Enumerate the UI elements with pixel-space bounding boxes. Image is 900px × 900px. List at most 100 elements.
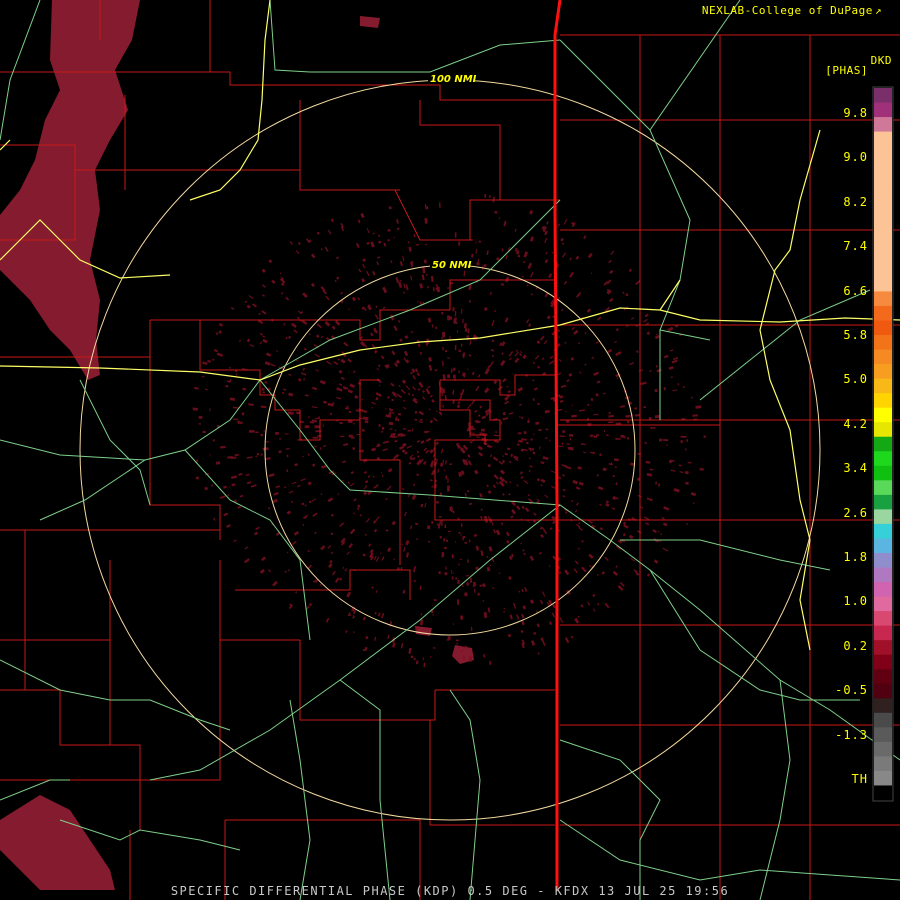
echo-speck	[320, 493, 323, 496]
echo-speck	[424, 502, 427, 508]
echo-speck	[522, 354, 527, 360]
echo-speck	[447, 374, 451, 379]
echo-speck	[542, 456, 549, 461]
echo-speck	[455, 577, 458, 580]
echo-speck	[517, 386, 524, 392]
echo-speck	[415, 522, 419, 526]
echo-speck	[417, 455, 420, 458]
echo-speck	[290, 500, 294, 504]
echo-speck	[529, 271, 534, 278]
legend-tick-label: 2.6	[843, 505, 868, 520]
echo-speck	[627, 420, 630, 424]
echo-speck	[454, 311, 457, 317]
legend-swatch	[874, 538, 892, 554]
echo-speck	[439, 520, 442, 525]
echo-speck	[580, 604, 584, 608]
echo-speck	[463, 270, 466, 277]
echo-speck	[307, 481, 312, 486]
echo-speck	[491, 521, 494, 526]
echo-speck	[482, 583, 486, 588]
echo-speck	[324, 246, 329, 252]
echo-speck	[430, 656, 432, 658]
echo-speck	[592, 608, 596, 612]
echo-speck	[239, 494, 244, 498]
echo-speck	[563, 219, 568, 225]
echo-speck	[428, 408, 431, 411]
echo-speck	[575, 292, 582, 298]
echo-speck	[442, 404, 445, 408]
echo-speck	[407, 241, 410, 244]
legend-tick-label: 4.2	[843, 416, 868, 431]
echo-speck	[405, 284, 409, 291]
echo-speck	[323, 444, 326, 447]
echo-speck	[444, 546, 447, 550]
legend-swatch	[874, 189, 892, 205]
echo-speck	[515, 505, 521, 511]
echo-speck	[285, 296, 290, 301]
echo-speck	[467, 368, 469, 371]
echo-speck	[467, 328, 470, 334]
echo-speck	[204, 388, 208, 391]
echo-speck	[255, 455, 257, 458]
echo-speck	[387, 238, 390, 242]
echo-speck	[435, 500, 439, 504]
legend-swatch	[874, 480, 892, 496]
echo-speck	[403, 291, 405, 294]
legend-swatch	[874, 349, 892, 365]
legend-swatch	[874, 378, 892, 394]
echo-speck	[342, 566, 345, 569]
echo-speck	[304, 504, 307, 507]
echo-speck	[449, 335, 451, 340]
echo-speck	[640, 381, 647, 386]
echo-speck	[380, 355, 385, 360]
echo-speck	[259, 568, 265, 574]
echo-speck	[646, 573, 650, 577]
echo-speck	[328, 229, 332, 235]
echo-speck	[291, 322, 297, 329]
echo-speck	[423, 447, 428, 452]
echo-speck	[457, 401, 461, 405]
echo-speck	[450, 506, 453, 513]
echo-speck	[542, 640, 546, 647]
echo-speck	[488, 195, 491, 198]
echo-speck	[590, 451, 596, 454]
echo-speck	[532, 379, 535, 382]
echo-speck	[489, 291, 492, 296]
echo-speck	[521, 505, 525, 510]
echo-speck	[275, 431, 279, 435]
echo-speck	[300, 372, 307, 376]
echo-speck	[655, 333, 658, 336]
echo-speck	[577, 615, 580, 619]
echo-speck	[347, 358, 352, 363]
echo-speck	[678, 464, 682, 467]
echo-speck	[374, 612, 377, 615]
echo-speck	[677, 382, 680, 386]
echo-speck	[583, 451, 587, 454]
echo-speck	[414, 410, 418, 414]
echo-speck	[518, 439, 524, 443]
echo-speck	[248, 295, 254, 300]
echo-speck	[479, 584, 483, 587]
echo-speck	[382, 426, 385, 430]
echo-speck	[403, 511, 407, 517]
echo-speck	[358, 268, 362, 273]
echo-speck	[418, 410, 424, 416]
echo-speck	[291, 540, 297, 546]
legend-tick-label: 9.0	[843, 150, 868, 165]
echo-speck	[407, 429, 411, 432]
echo-speck	[287, 569, 291, 572]
echo-speck	[362, 616, 366, 621]
echo-speck	[686, 522, 688, 526]
echo-speck	[209, 454, 211, 456]
echo-speck	[562, 495, 566, 498]
echo-speck	[352, 370, 356, 374]
echo-speck	[226, 524, 231, 528]
echo-speck	[373, 484, 379, 489]
echo-speck	[557, 408, 563, 412]
echo-speck	[534, 355, 540, 360]
legend-swatch	[874, 364, 892, 380]
echo-speck	[370, 241, 375, 248]
echo-speck	[410, 331, 414, 334]
legend-swatch	[874, 262, 892, 278]
echo-speck	[458, 241, 461, 246]
